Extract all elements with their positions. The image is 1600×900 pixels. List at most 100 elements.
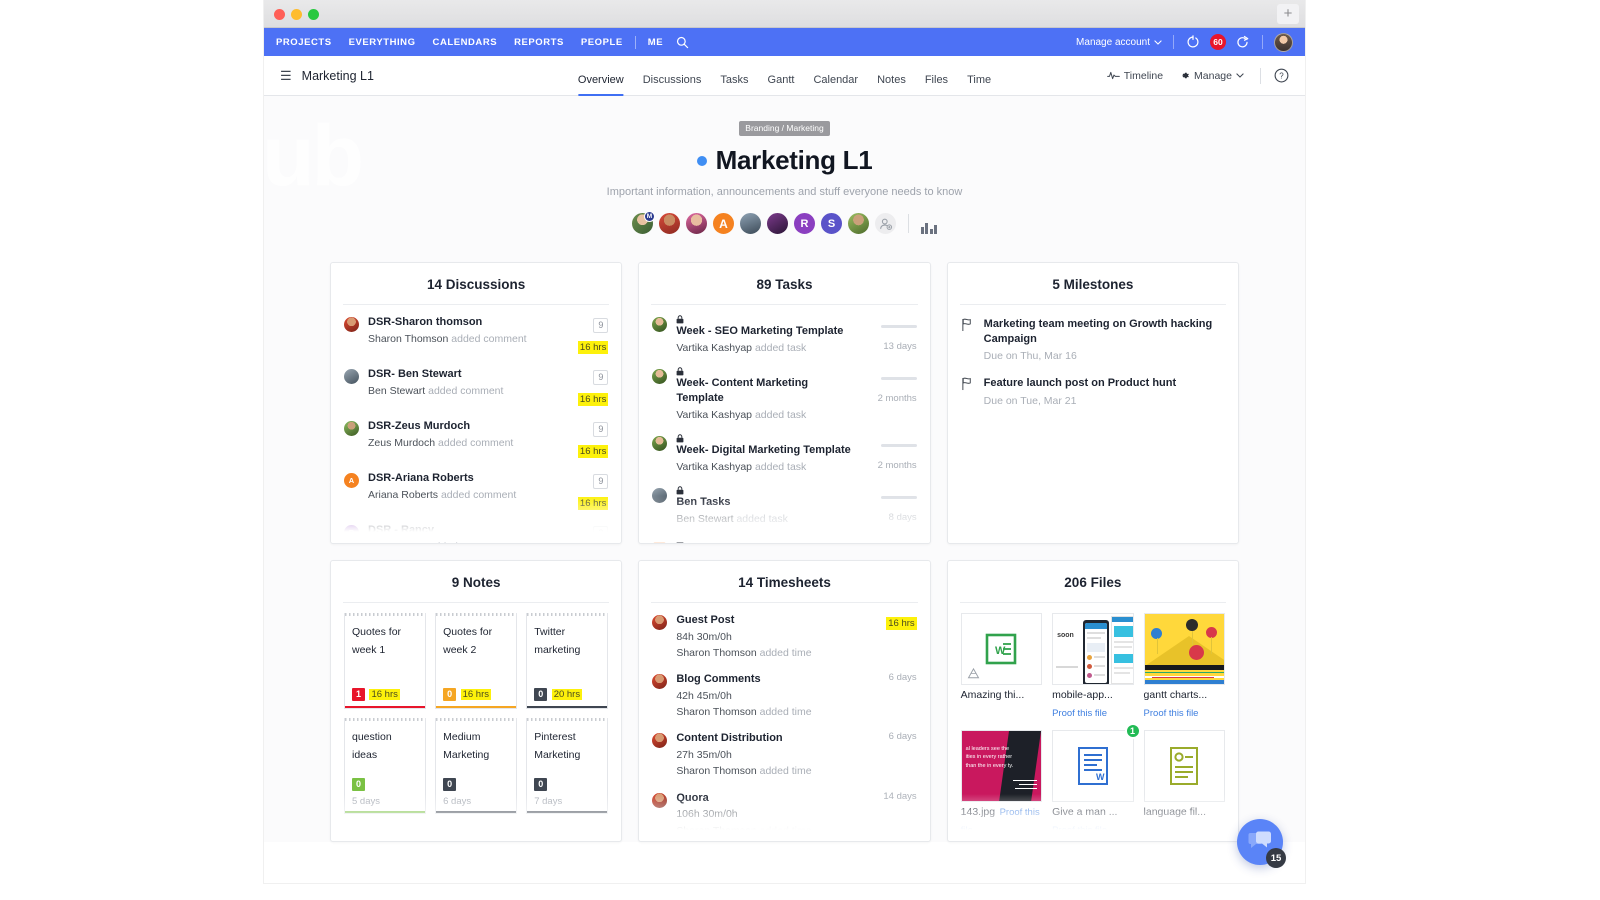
file-thumbnail[interactable]: W bbox=[1052, 730, 1134, 802]
milestone-title[interactable]: Feature launch post on Product hunt bbox=[984, 376, 1225, 391]
list-item[interactable]: DSR-Sharon thomson Sharon Thomson added … bbox=[344, 315, 609, 355]
discussion-title[interactable]: DSR-Ariana Roberts bbox=[368, 471, 557, 486]
breadcrumb[interactable]: Branding / Marketing bbox=[739, 121, 830, 136]
list-item[interactable]: Week - SEO Marketing Template Vartika Ka… bbox=[652, 315, 917, 355]
note-card[interactable]: Pinterest Marketing 0 7 days bbox=[526, 718, 609, 814]
file-item[interactable]: 1 W Give a man ... Proof this file bbox=[1052, 723, 1141, 838]
list-item[interactable]: Blog Comments 42h 45m/0h Sharon Thomson … bbox=[652, 672, 917, 719]
milestone-title[interactable]: Marketing team meeting on Growth hacking… bbox=[984, 317, 1225, 347]
timesheet-title[interactable]: Content Distribution bbox=[676, 731, 861, 746]
file-thumbnail[interactable] bbox=[1143, 613, 1225, 685]
file-thumbnail[interactable]: soon bbox=[1052, 613, 1134, 685]
list-item[interactable]: Marketing team meeting on Growth hacking… bbox=[961, 317, 1225, 362]
avatar[interactable] bbox=[738, 211, 763, 236]
discussion-title[interactable]: DSR - Rancy bbox=[368, 523, 557, 538]
tab-calendar[interactable]: Calendar bbox=[813, 60, 858, 96]
tab-tasks[interactable]: Tasks bbox=[720, 60, 748, 96]
file-thumbnail[interactable]: al leaders see the ities in every rather… bbox=[960, 730, 1043, 802]
proof-file-link[interactable]: Proof this file bbox=[1052, 708, 1107, 719]
avatar[interactable] bbox=[684, 211, 709, 236]
actor-name: Zeus Murdoch bbox=[368, 436, 436, 449]
note-card[interactable]: Quotes for week 1 1 16 hrs bbox=[344, 613, 427, 709]
list-item[interactable]: R DSR - Rancy Rancy Arora added comment … bbox=[344, 523, 609, 543]
list-item[interactable]: Content Distribution 27h 35m/0h Sharon T… bbox=[652, 731, 917, 778]
list-item[interactable]: A Priya Ariana Roberts completed task bbox=[652, 538, 916, 543]
avatar[interactable]: M bbox=[630, 211, 655, 236]
list-item[interactable]: Ben Tasks Ben Stewart added task 8 days bbox=[652, 486, 917, 526]
nav-link-reports[interactable]: REPORTS bbox=[514, 37, 564, 48]
proof-file-link[interactable]: Proof this file bbox=[1144, 708, 1199, 719]
tab-files[interactable]: Files bbox=[925, 60, 948, 96]
task-title[interactable]: Week - SEO Marketing Template bbox=[676, 315, 857, 339]
timesheet-title[interactable]: Blog Comments bbox=[676, 672, 861, 687]
nav-link-projects[interactable]: PROJECTS bbox=[276, 37, 332, 48]
avatar[interactable]: S bbox=[819, 211, 844, 236]
discussion-title[interactable]: DSR-Zeus Murdoch bbox=[368, 419, 557, 434]
logout-icon[interactable] bbox=[1235, 34, 1251, 50]
help-icon[interactable]: ? bbox=[1274, 68, 1289, 83]
search-icon[interactable] bbox=[674, 34, 690, 50]
note-time: 5 days bbox=[352, 796, 380, 807]
nav-link-everything[interactable]: EVERYTHING bbox=[349, 37, 416, 48]
timesheet-title[interactable]: Quora bbox=[676, 791, 861, 806]
note-card[interactable]: Quotes for week 2 0 16 hrs bbox=[435, 613, 518, 709]
timesheet-title[interactable]: Guest Post bbox=[676, 613, 861, 628]
discussion-title[interactable]: DSR-Sharon thomson bbox=[368, 315, 557, 330]
timeline-button[interactable]: Timeline bbox=[1106, 70, 1163, 82]
avatar[interactable] bbox=[765, 211, 790, 236]
note-card[interactable]: Twitter marketing 0 20 hrs bbox=[526, 613, 609, 709]
timer-icon[interactable] bbox=[1185, 34, 1201, 50]
list-item[interactable]: Week- Digital Marketing Template Vartika… bbox=[652, 434, 917, 474]
timesheet-hours: 84h 30m/0h bbox=[676, 630, 732, 643]
list-item[interactable]: A DSR-Ariana Roberts Ariana Roberts adde… bbox=[344, 471, 609, 511]
file-thumbnail[interactable]: W bbox=[960, 613, 1043, 685]
file-item[interactable]: gantt charts... Proof this file bbox=[1143, 613, 1225, 721]
bar-chart-icon[interactable] bbox=[919, 214, 939, 234]
tab-time[interactable]: Time bbox=[967, 60, 991, 96]
proof-file-link[interactable]: Proof this file bbox=[1052, 825, 1107, 836]
hamburger-icon[interactable]: ☰ bbox=[280, 68, 292, 84]
file-thumbnail[interactable] bbox=[1143, 730, 1225, 802]
nav-link-me[interactable]: ME bbox=[648, 37, 663, 48]
task-title[interactable]: Week- Content Marketing Template bbox=[676, 367, 857, 406]
manage-button[interactable]: Manage bbox=[1179, 70, 1244, 82]
manage-account-menu[interactable]: Manage account bbox=[1076, 37, 1162, 48]
avatar[interactable] bbox=[657, 211, 682, 236]
task-title[interactable]: Priya bbox=[676, 538, 857, 543]
list-item[interactable]: Feature launch post on Product hunt Due … bbox=[961, 376, 1225, 407]
close-window-button[interactable] bbox=[274, 9, 285, 20]
nav-link-calendars[interactable]: CALENDARS bbox=[433, 37, 498, 48]
avatar[interactable] bbox=[846, 211, 871, 236]
file-item[interactable]: soon mobile-app... Proof this file bbox=[1052, 613, 1134, 721]
add-person-icon[interactable] bbox=[873, 211, 898, 236]
project-name[interactable]: Marketing L1 bbox=[302, 69, 374, 83]
user-avatar[interactable] bbox=[1274, 32, 1293, 52]
task-title[interactable]: Ben Tasks bbox=[676, 486, 857, 510]
avatar[interactable]: A bbox=[711, 211, 736, 236]
list-item[interactable]: Guest Post 84h 30m/0h Sharon Thomson add… bbox=[652, 613, 917, 660]
chat-widget-button[interactable]: 15 bbox=[1237, 819, 1286, 868]
nav-link-people[interactable]: PEOPLE bbox=[581, 37, 623, 48]
list-item[interactable]: DSR-Zeus Murdoch Zeus Murdoch added comm… bbox=[344, 419, 609, 459]
note-card[interactable]: Medium Marketing 0 6 days bbox=[435, 718, 518, 814]
window-controls[interactable] bbox=[274, 9, 319, 20]
new-tab-button[interactable]: + bbox=[1277, 4, 1299, 24]
minimize-window-button[interactable] bbox=[291, 9, 302, 20]
list-item[interactable]: Quora 106h 30m/0h Sharon Thomson added t… bbox=[652, 791, 917, 838]
task-title[interactable]: Week- Digital Marketing Template bbox=[676, 434, 857, 458]
file-item[interactable]: W Amazing thi... bbox=[960, 613, 1043, 721]
file-item[interactable]: language fil... bbox=[1143, 730, 1225, 838]
maximize-window-button[interactable] bbox=[308, 9, 319, 20]
tab-overview[interactable]: Overview bbox=[577, 60, 624, 96]
tab-gantt[interactable]: Gantt bbox=[768, 60, 795, 96]
note-card[interactable]: question ideas 0 5 days bbox=[344, 718, 427, 814]
discussion-title[interactable]: DSR- Ben Stewart bbox=[368, 367, 557, 382]
file-item[interactable]: al leaders see the ities in every rather… bbox=[960, 730, 1043, 838]
avatar[interactable]: R bbox=[792, 211, 817, 236]
time-badge: 16 hrs bbox=[577, 341, 609, 354]
tab-discussions[interactable]: Discussions bbox=[643, 60, 702, 96]
list-item[interactable]: DSR- Ben Stewart Ben Stewart added comme… bbox=[344, 367, 609, 407]
notification-badge[interactable]: 60 bbox=[1210, 34, 1226, 50]
tab-notes[interactable]: Notes bbox=[877, 60, 906, 96]
list-item[interactable]: Week- Content Marketing Template Vartika… bbox=[652, 367, 917, 422]
